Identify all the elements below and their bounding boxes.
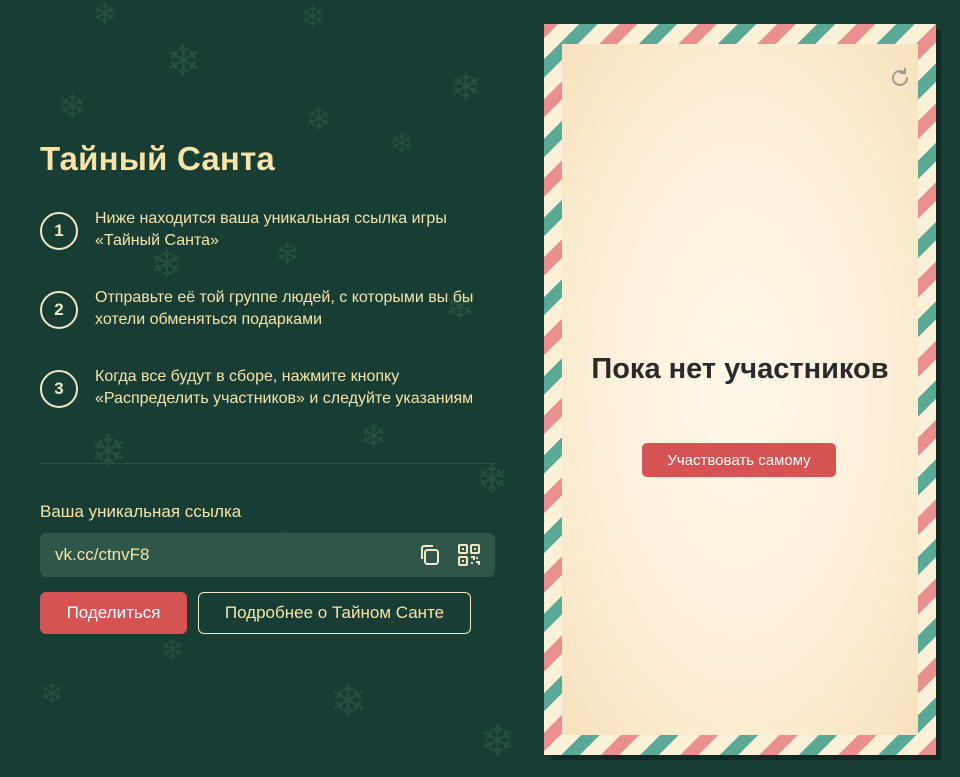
- link-value[interactable]: vk.cc/ctnvF8: [55, 545, 149, 565]
- learn-more-button[interactable]: Подробнее о Тайном Санте: [198, 592, 471, 634]
- join-button[interactable]: Участвовать самому: [642, 443, 836, 477]
- share-button[interactable]: Поделиться: [40, 592, 187, 634]
- step-number: 2: [40, 291, 78, 329]
- refresh-icon[interactable]: [888, 66, 912, 90]
- intro-panel: Тайный Санта 1 Ниже находится ваша уника…: [40, 0, 495, 777]
- step-text: Ниже находится ваша уникальная ссылка иг…: [95, 210, 447, 249]
- step-item: 3 Когда все будут в сборе, нажмите кнопк…: [40, 366, 495, 445]
- step-text: Когда все будут в сборе, нажмите кнопку …: [95, 368, 474, 407]
- steps-list: 1 Ниже находится ваша уникальная ссылка …: [40, 208, 495, 445]
- page-title: Тайный Санта: [40, 140, 275, 177]
- link-label: Ваша уникальная ссылка: [40, 502, 242, 521]
- envelope-inner: Пока нет участников Участвовать самому: [562, 44, 918, 735]
- step-item: 1 Ниже находится ваша уникальная ссылка …: [40, 208, 495, 287]
- page: ❄ ❄ ❄ ❄ ❄ ❄ ❄ ❄ ❄ ❄ ❄ ❄ ❄ ❄ ❄ ❄ ❄ ❄ Тайн…: [0, 0, 960, 777]
- empty-state-title: Пока нет участников: [591, 353, 889, 385]
- step-number: 1: [40, 212, 78, 250]
- step-text: Отправьте её той группе людей, с которым…: [95, 289, 474, 328]
- copy-icon[interactable]: [418, 542, 444, 568]
- step-number: 3: [40, 370, 78, 408]
- envelope-card: Пока нет участников Участвовать самому: [544, 24, 936, 755]
- link-field[interactable]: vk.cc/ctnvF8: [40, 533, 495, 577]
- qr-code-icon[interactable]: [456, 542, 482, 568]
- step-item: 2 Отправьте её той группе людей, с котор…: [40, 287, 495, 366]
- divider: [40, 463, 495, 464]
